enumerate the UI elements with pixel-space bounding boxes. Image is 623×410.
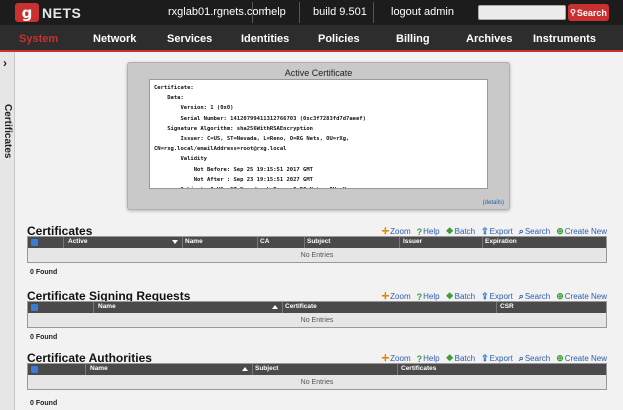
- nav-archives[interactable]: Archives: [466, 33, 512, 45]
- select-all-checkbox[interactable]: [31, 366, 38, 373]
- create-new-label: Create New: [564, 292, 607, 301]
- sort-asc-icon[interactable]: [272, 305, 278, 309]
- create-new-label: Create New: [564, 227, 607, 236]
- create-new-label: Create New: [564, 354, 607, 363]
- column-divider: [257, 237, 258, 248]
- column-divider: [496, 302, 497, 313]
- zoom-label: Zoom: [390, 227, 411, 236]
- column-name[interactable]: Name: [185, 238, 203, 245]
- table-header: Active Name CA Subject Issuer Expiration: [28, 237, 606, 248]
- column-divider: [93, 302, 94, 313]
- sidebar: › Certificates: [0, 52, 15, 410]
- batch-label: Batch: [454, 292, 476, 301]
- column-name[interactable]: Name: [90, 365, 108, 372]
- help-icon: ?: [416, 291, 423, 302]
- authorities-table: Name Subject Certificates No Entries: [27, 363, 607, 390]
- column-expiration[interactable]: Expiration: [485, 238, 517, 245]
- sidebar-label[interactable]: Certificates: [2, 104, 13, 158]
- top-divider: [299, 2, 300, 23]
- column-subject[interactable]: Subject: [307, 238, 330, 245]
- nav-system[interactable]: System: [19, 33, 58, 45]
- build-link[interactable]: build 9.501: [313, 6, 367, 18]
- logout-link[interactable]: logout admin: [391, 6, 454, 18]
- column-subject[interactable]: Subject: [255, 365, 278, 372]
- help-icon: ?: [416, 353, 423, 364]
- search-label: Search: [524, 227, 551, 236]
- export-label: Export: [489, 354, 513, 363]
- zoom-label: Zoom: [390, 354, 411, 363]
- search-icon: ⚲: [570, 8, 576, 17]
- logo-mark: g: [15, 3, 39, 22]
- nav-billing[interactable]: Billing: [396, 33, 430, 45]
- sort-desc-icon[interactable]: [172, 240, 178, 244]
- batch-label: Batch: [454, 354, 476, 363]
- certificates-table: Active Name CA Subject Issuer Expiration…: [27, 236, 607, 263]
- found-count: 0 Found: [30, 400, 58, 407]
- search-label: Search: [524, 354, 551, 363]
- column-divider: [397, 364, 398, 375]
- rgnets-logo[interactable]: g NETS: [15, 3, 81, 22]
- top-divider: [373, 2, 374, 23]
- column-divider: [252, 364, 253, 375]
- main-nav: System Network Services Identities Polic…: [0, 25, 623, 52]
- empty-row: No Entries: [28, 375, 606, 389]
- column-divider: [182, 237, 183, 248]
- column-issuer[interactable]: Issuer: [403, 238, 422, 245]
- search-button-label: Search: [576, 7, 607, 18]
- column-active[interactable]: Active: [68, 238, 88, 245]
- column-divider: [304, 237, 305, 248]
- help-label: Help: [423, 292, 440, 301]
- active-certificate-title: Active Certificate: [284, 68, 353, 78]
- zoom-label: Zoom: [390, 292, 411, 301]
- export-label: Export: [489, 292, 513, 301]
- search-button[interactable]: ⚲ Search: [568, 4, 609, 21]
- found-count: 0 Found: [30, 334, 58, 341]
- logo-text: NETS: [42, 4, 82, 21]
- nav-services[interactable]: Services: [167, 33, 212, 45]
- column-ca[interactable]: CA: [260, 238, 269, 245]
- top-bar: g NETS rxglab01.rgnets.com help build 9.…: [0, 0, 623, 25]
- export-label: Export: [489, 227, 513, 236]
- csr-table: Name Certificate CSR No Entries: [27, 301, 607, 328]
- certificate-text-area[interactable]: Certificate: Data: Version: 1 (0x0) Seri…: [149, 79, 488, 189]
- column-certificate[interactable]: Certificate: [285, 303, 317, 310]
- help-link[interactable]: help: [265, 6, 286, 18]
- help-label: Help: [423, 227, 440, 236]
- top-divider: [252, 2, 253, 23]
- active-certificate-panel: Active Certificate Certificate: Data: Ve…: [127, 62, 510, 210]
- column-divider: [282, 302, 283, 313]
- details-link[interactable]: (details): [483, 200, 504, 206]
- table-header: Name Subject Certificates: [28, 364, 606, 375]
- column-certificates[interactable]: Certificates: [401, 365, 436, 372]
- search-input[interactable]: [478, 5, 566, 20]
- column-divider: [63, 237, 64, 248]
- found-count: 0 Found: [30, 269, 58, 276]
- nav-identities[interactable]: Identities: [241, 33, 289, 45]
- column-name[interactable]: Name: [98, 303, 116, 310]
- help-label: Help: [423, 354, 440, 363]
- select-all-checkbox[interactable]: [31, 239, 38, 246]
- column-divider: [482, 237, 483, 248]
- nav-instruments[interactable]: Instruments: [533, 33, 596, 45]
- search-label: Search: [524, 292, 551, 301]
- empty-row: No Entries: [28, 313, 606, 327]
- column-divider: [399, 237, 400, 248]
- select-all-checkbox[interactable]: [31, 304, 38, 311]
- nav-network[interactable]: Network: [93, 33, 136, 45]
- batch-label: Batch: [454, 227, 476, 236]
- column-csr[interactable]: CSR: [500, 303, 514, 310]
- table-header: Name Certificate CSR: [28, 302, 606, 313]
- column-divider: [85, 364, 86, 375]
- nav-policies[interactable]: Policies: [318, 33, 360, 45]
- expand-sidebar-icon[interactable]: ›: [3, 56, 7, 70]
- help-icon: ?: [416, 226, 423, 237]
- sort-asc-icon[interactable]: [242, 367, 248, 371]
- empty-row: No Entries: [28, 248, 606, 262]
